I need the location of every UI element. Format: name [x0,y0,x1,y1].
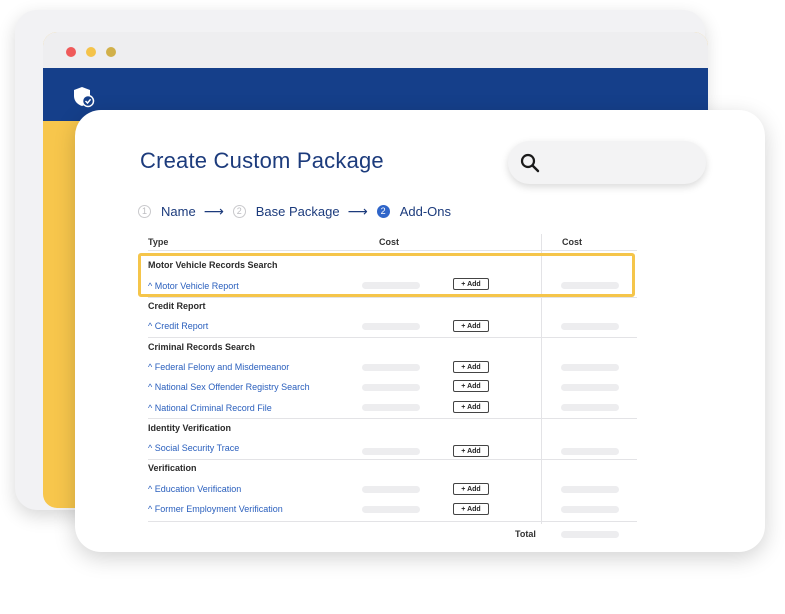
minimize-window-dot[interactable] [86,47,96,57]
cost-placeholder [561,506,619,513]
add-button[interactable]: + Add [453,401,489,413]
cost-placeholder [561,448,619,455]
total-placeholder [561,531,619,538]
cost-placeholder [561,364,619,371]
add-button[interactable]: + Add [453,278,489,290]
close-window-dot[interactable] [66,47,76,57]
search-icon [520,153,540,173]
step-add-ons-label[interactable]: Add-Ons [400,204,451,219]
cost-placeholder [561,404,619,411]
item-sex-offender-registry[interactable]: ^ National Sex Offender Registry Search [148,382,310,392]
add-button[interactable]: + Add [453,380,489,392]
add-button[interactable]: + Add [453,361,489,373]
section-divider [148,418,637,419]
arrow-right-icon: ⟶ [347,202,368,219]
item-motor-vehicle-report[interactable]: ^ Motor Vehicle Report [148,281,239,291]
cost-placeholder [362,486,420,493]
cost-placeholder [362,506,420,513]
category-header: Motor Vehicle Records Search [148,260,278,270]
create-package-card: Create Custom Package 1 Name ⟶ 2 Base Pa… [75,110,765,552]
cost-column-header: Cost [379,237,399,247]
step-1-number: 1 [138,204,151,218]
maximize-window-dot[interactable] [106,47,116,57]
total-label: Total [515,529,536,539]
step-3-number: 2 [376,204,390,218]
search-bar[interactable] [508,141,706,184]
item-national-criminal-record[interactable]: ^ National Criminal Record File [148,403,272,413]
cost-column-header-2: Cost [562,237,582,247]
header-divider [148,250,637,251]
item-education-verification[interactable]: ^ Education Verification [148,484,241,494]
add-button[interactable]: + Add [453,483,489,495]
cost-placeholder [362,404,420,411]
page-title: Create Custom Package [140,148,384,173]
step-name-label[interactable]: Name [161,204,196,219]
step-2-number: 2 [232,204,246,218]
section-divider [148,521,637,522]
cost-placeholder [362,384,420,391]
category-header: Criminal Records Search [148,342,256,352]
cost-placeholder [561,384,619,391]
section-divider [148,337,637,338]
category-header: Identity Verification [148,423,232,433]
section-divider [148,459,637,460]
category-header: Credit Report [148,301,206,311]
add-button[interactable]: + Add [453,503,489,515]
cost-placeholder [561,486,619,493]
cost-placeholder [561,323,619,330]
add-button[interactable]: + Add [453,445,489,457]
type-column-header: Type [148,237,169,247]
cost-placeholder [362,448,420,455]
cost-placeholder [561,282,619,289]
add-button[interactable]: + Add [453,320,489,332]
item-social-security-trace[interactable]: ^ Social Security Trace [148,443,239,453]
arrow-right-icon: ⟶ [203,202,224,219]
category-header: Verification [148,463,197,473]
item-federal-felony[interactable]: ^ Federal Felony and Misdemeanor [148,362,289,372]
step-base-package-label[interactable]: Base Package [256,204,340,219]
item-credit-report[interactable]: ^ Credit Report [148,321,208,331]
cost-placeholder [362,364,420,371]
stepper: 1 Name ⟶ 2 Base Package ⟶ 2 Add-Ons [138,203,459,219]
browser-titlebar [43,32,708,68]
section-divider [148,297,637,298]
item-former-employment-verification[interactable]: ^ Former Employment Verification [148,504,283,514]
cost-placeholder [362,323,420,330]
shield-check-icon [73,86,95,113]
cost-placeholder [362,282,420,289]
